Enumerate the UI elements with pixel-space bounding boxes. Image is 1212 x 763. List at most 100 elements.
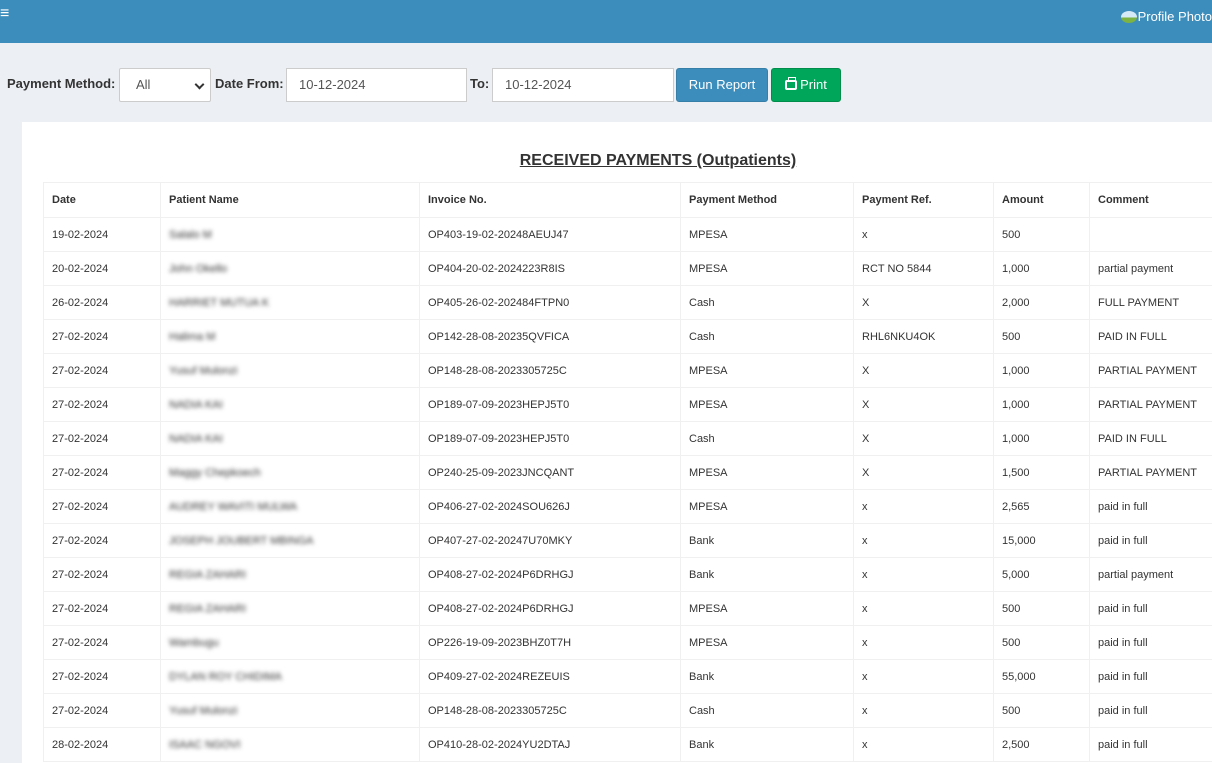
report-title: RECEIVED PAYMENTS (Outpatients)	[519, 152, 797, 169]
printer-icon	[785, 77, 798, 90]
profile-image-icon	[1120, 10, 1137, 23]
cell-payment-ref: x	[853, 659, 994, 694]
cell-patient-name: ISAAC NGOVI	[160, 727, 420, 762]
cell-amount: 1,000	[993, 251, 1090, 286]
hamburger-icon[interactable]: ≡	[0, 6, 9, 22]
column-header-payment-method: Payment Method	[680, 182, 854, 218]
table-row: 27-02-2024 DYLAN ROY CHIDIMA OP409-27-02-2…	[43, 659, 1212, 694]
cell-payment-ref: X	[853, 455, 994, 490]
cell-invoice-no: OP404-20-02-2024223R8IS	[419, 251, 681, 286]
cell-invoice-no: OP407-27-02-20247U70MKY	[419, 523, 681, 558]
table-body: 19-02-2024 Salalo M OP403-19-02-20248AEUJ4…	[43, 217, 1212, 762]
cell-date: 27-02-2024	[43, 591, 161, 626]
cell-payment-method: Bank	[680, 557, 854, 592]
cell-amount: 1,000	[993, 387, 1090, 422]
run-report-label: Run Report	[688, 77, 756, 92]
cell-patient-name: Wambugu	[160, 625, 420, 660]
cell-payment-method: MPESA	[680, 591, 854, 626]
cell-invoice-no: OP142-28-08-20235QVFICA	[419, 319, 681, 354]
payment-method-value: All	[136, 77, 151, 92]
cell-date: 27-02-2024	[43, 693, 161, 728]
run-report-button[interactable]: Run Report	[676, 68, 768, 102]
table-row: 27-02-2024 AUDREY WAVITI MULWA OP406-27-02…	[43, 489, 1212, 524]
cell-patient-name: AUDREY WAVITI MULWA	[160, 489, 420, 524]
cell-patient-name: Halima M	[160, 319, 420, 354]
cell-comment: PARTIAL PAYMENT	[1089, 353, 1212, 388]
table-row: 26-02-2024 HARRIET MUTUA K OP405-26-02-202…	[43, 285, 1212, 320]
cell-payment-method: MPESA	[680, 353, 854, 388]
table-row: 27-02-2024 Maggy Chepkoech OP240-25-09-202…	[43, 455, 1212, 490]
date-to-input[interactable]: 10-12-2024	[492, 68, 674, 102]
cell-payment-method: Cash	[680, 693, 854, 728]
cell-patient-name: NADIA KAI	[160, 387, 420, 422]
cell-payment-ref: X	[853, 421, 994, 456]
cell-date: 27-02-2024	[43, 353, 161, 388]
cell-date: 28-02-2024	[43, 727, 161, 762]
cell-comment: paid in full	[1089, 489, 1212, 524]
cell-date: 27-02-2024	[43, 455, 161, 490]
cell-comment: paid in full	[1089, 625, 1212, 660]
date-from-label: Date From:	[215, 76, 284, 91]
cell-amount: 2,000	[993, 285, 1090, 320]
cell-patient-name: Salalo M	[160, 217, 420, 252]
cell-amount: 2,565	[993, 489, 1090, 524]
cell-payment-method: Cash	[680, 421, 854, 456]
payment-method-select[interactable]: All	[119, 68, 211, 102]
cell-payment-ref: x	[853, 523, 994, 558]
cell-payment-ref: RHL6NKU4OK	[853, 319, 994, 354]
column-header-patient-name: Patient Name	[160, 182, 420, 218]
date-from-input[interactable]: 10-12-2024	[286, 68, 467, 102]
table-row: 19-02-2024 Salalo M OP403-19-02-20248AEUJ4…	[43, 217, 1212, 252]
cell-amount: 500	[993, 591, 1090, 626]
cell-payment-ref: x	[853, 727, 994, 762]
cell-date: 27-02-2024	[43, 319, 161, 354]
cell-comment: PARTIAL PAYMENT	[1089, 387, 1212, 422]
cell-amount: 2,500	[993, 727, 1090, 762]
cell-comment	[1089, 217, 1212, 252]
cell-payment-method: Bank	[680, 727, 854, 762]
cell-amount: 1,500	[993, 455, 1090, 490]
print-button[interactable]: Print	[771, 68, 841, 102]
profile-photo[interactable]: Profile Photo	[1120, 9, 1212, 24]
payments-table: Date Patient Name Invoice No. Payment Metho…	[43, 182, 1212, 762]
cell-payment-method: Cash	[680, 319, 854, 354]
cell-date: 27-02-2024	[43, 659, 161, 694]
cell-payment-ref: x	[853, 693, 994, 728]
cell-comment: PAID IN FULL	[1089, 319, 1212, 354]
table-row: 27-02-2024 Yusuf Mulonzi OP148-28-08-20233…	[43, 693, 1212, 728]
cell-invoice-no: OP189-07-09-2023HEPJ5T0	[419, 387, 681, 422]
cell-payment-ref: X	[853, 387, 994, 422]
cell-payment-method: MPESA	[680, 455, 854, 490]
cell-amount: 1,000	[993, 353, 1090, 388]
cell-invoice-no: OP148-28-08-2023305725C	[419, 693, 681, 728]
column-header-payment-ref: Payment Ref.	[853, 182, 994, 218]
cell-comment: partial payment	[1089, 251, 1212, 286]
print-label: Print	[800, 77, 827, 92]
cell-payment-method: MPESA	[680, 217, 854, 252]
cell-date: 26-02-2024	[43, 285, 161, 320]
cell-payment-ref: x	[853, 489, 994, 524]
cell-payment-method: Cash	[680, 285, 854, 320]
cell-patient-name: HARRIET MUTUA K	[160, 285, 420, 320]
cell-payment-ref: X	[853, 353, 994, 388]
payment-method-label: Payment Method:	[7, 76, 116, 91]
cell-patient-name: Maggy Chepkoech	[160, 455, 420, 490]
cell-payment-method: Bank	[680, 659, 854, 694]
cell-patient-name: NADIA KAI	[160, 421, 420, 456]
cell-comment: FULL PAYMENT	[1089, 285, 1212, 320]
table-row: 27-02-2024 REGIA ZAHARI OP408-27-02-2024P6…	[43, 557, 1212, 592]
cell-comment: paid in full	[1089, 591, 1212, 626]
cell-invoice-no: OP148-28-08-2023305725C	[419, 353, 681, 388]
cell-date: 27-02-2024	[43, 489, 161, 524]
cell-invoice-no: OP403-19-02-20248AEUJ47	[419, 217, 681, 252]
table-row: 27-02-2024 REGIA ZAHARI OP408-27-02-2024P6…	[43, 591, 1212, 626]
cell-patient-name: REGIA ZAHARI	[160, 591, 420, 626]
cell-date: 27-02-2024	[43, 523, 161, 558]
cell-amount: 55,000	[993, 659, 1090, 694]
cell-date: 20-02-2024	[43, 251, 161, 286]
cell-date: 27-02-2024	[43, 625, 161, 660]
column-header-date: Date	[43, 182, 161, 218]
cell-invoice-no: OP410-28-02-2024YU2DTAJ	[419, 727, 681, 762]
cell-invoice-no: OP405-26-02-202484FTPN0	[419, 285, 681, 320]
table-header-row: Date Patient Name Invoice No. Payment Metho…	[43, 182, 1212, 218]
